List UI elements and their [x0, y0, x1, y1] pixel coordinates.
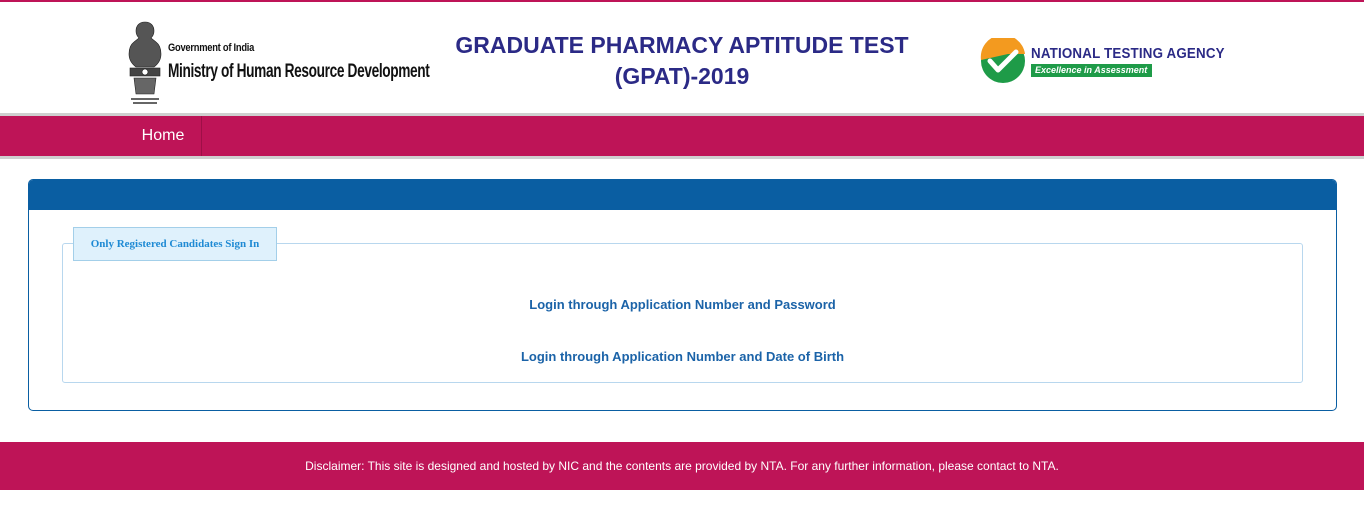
national-emblem-icon [128, 21, 162, 104]
page-title-line1: GRADUATE PHARMACY APTITUDE TEST [455, 32, 909, 58]
sign-in-legend: Only Registered Candidates Sign In [73, 227, 277, 261]
nav-item-home[interactable]: Home [125, 116, 202, 156]
nta-logo: NATIONAL TESTING AGENCY Excellence in As… [980, 38, 1242, 86]
nta-checkmark-logo-icon [980, 38, 1025, 83]
moe-logo: Government of India Ministry of Human Re… [124, 18, 430, 106]
login-panel: Only Registered Candidates Sign In Login… [28, 179, 1337, 411]
nta-name: NATIONAL TESTING AGENCY [1031, 46, 1225, 62]
footer-disclaimer: Disclaimer: This site is designed and ho… [0, 442, 1364, 490]
login-panel-heading [29, 180, 1336, 210]
nta-tagline: Excellence in Assessment [1031, 64, 1152, 77]
login-dob-link[interactable]: Login through Application Number and Dat… [29, 349, 1336, 364]
navbar-divider [0, 156, 1364, 159]
login-password-link[interactable]: Login through Application Number and Pas… [29, 297, 1336, 312]
moe-ministry-text: Ministry of Human Resource Development [168, 61, 430, 82]
moe-government-text: Government of India [168, 42, 255, 54]
page-title-line2: (GPAT)-2019 [614, 63, 750, 89]
main-navbar: Home [0, 116, 1364, 156]
page-title: GRADUATE PHARMACY APTITUDE TEST (GPAT)-2… [432, 30, 932, 92]
site-header: Government of India Ministry of Human Re… [0, 2, 1364, 114]
